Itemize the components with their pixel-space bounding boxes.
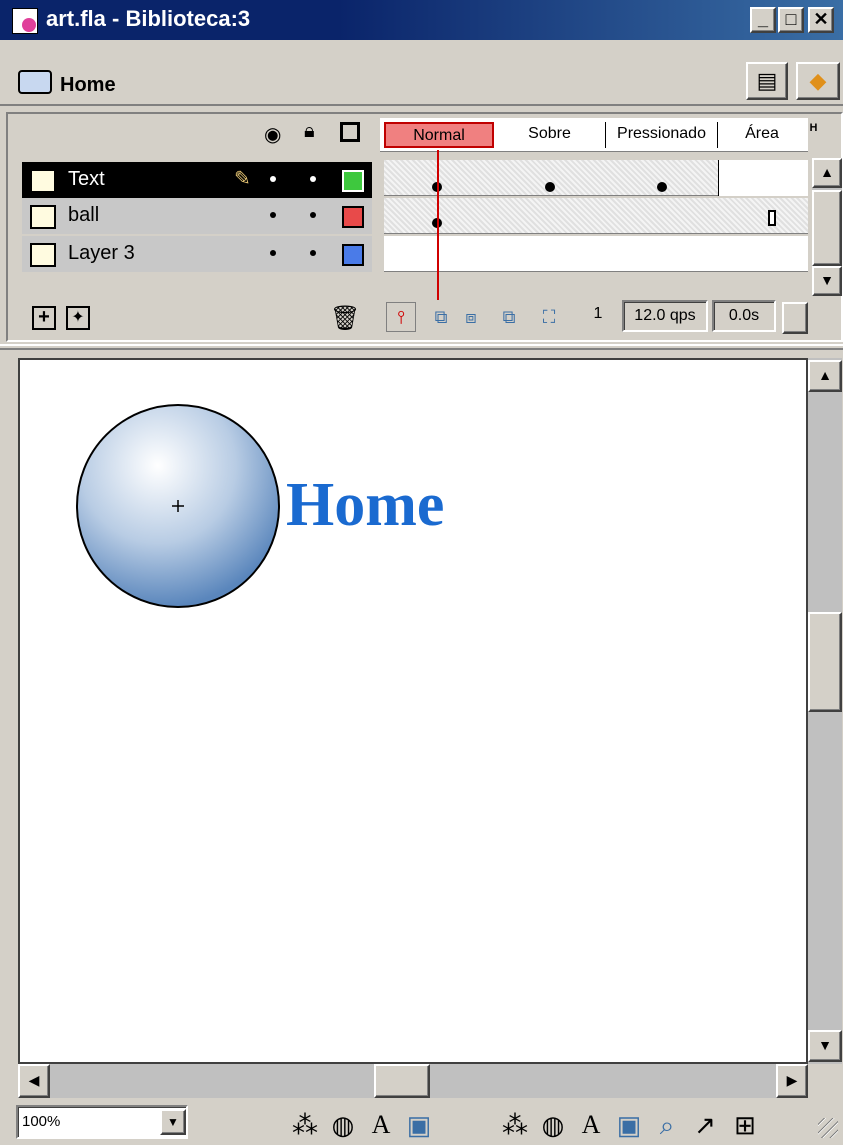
- frames-row-empty-end: [718, 160, 808, 196]
- color-mixer-icon-2[interactable]: ◍: [538, 1110, 568, 1140]
- scene-breadcrumb[interactable]: Home: [60, 74, 116, 97]
- character-panel-icon-2[interactable]: A: [576, 1110, 606, 1140]
- zoom-select[interactable]: 100% ▼: [16, 1105, 188, 1139]
- app-icon: [12, 8, 38, 34]
- lock-dot[interactable]: [310, 176, 316, 182]
- eye-icon[interactable]: ◉: [264, 122, 281, 147]
- layer-icon: [30, 169, 56, 193]
- movie-explorer-icon[interactable]: ⌕: [652, 1110, 682, 1140]
- close-button[interactable]: ✕: [808, 7, 834, 33]
- delete-layer-icon[interactable]: 🗑︎: [330, 304, 360, 333]
- ball-graphic[interactable]: [74, 402, 284, 612]
- layer-row-ball[interactable]: ball: [22, 198, 372, 234]
- elapsed-time: 0.0s: [712, 300, 776, 332]
- layer-color-swatch[interactable]: [342, 244, 364, 266]
- stage-hscroll-thumb[interactable]: [374, 1064, 430, 1098]
- maximize-button[interactable]: □: [778, 7, 804, 33]
- info-panel-icon[interactable]: ⁂: [290, 1110, 320, 1140]
- window-title: art.fla - Biblioteca:3: [46, 6, 251, 31]
- edit-scene-button[interactable]: ▤: [746, 62, 788, 100]
- stage-vscroll-thumb[interactable]: [808, 612, 842, 712]
- color-mixer-icon[interactable]: ◍: [328, 1110, 358, 1140]
- actions-panel-icon[interactable]: ↗: [690, 1110, 720, 1140]
- instance-panel-icon[interactable]: ▣: [404, 1110, 434, 1140]
- onion-skin-outlines-icon[interactable]: ⧈: [458, 304, 484, 330]
- visibility-dot[interactable]: [270, 176, 276, 182]
- edit-symbols-button[interactable]: ◆: [796, 62, 840, 100]
- end-frame-marker: [768, 210, 776, 226]
- panel-divider: [0, 344, 843, 350]
- chevron-down-icon[interactable]: ▼: [160, 1109, 186, 1135]
- lock-dot[interactable]: [310, 250, 316, 256]
- library-icon[interactable]: ⊞: [730, 1110, 760, 1140]
- add-guide-layer-icon[interactable]: ✦: [66, 306, 90, 330]
- home-text[interactable]: Home: [286, 470, 444, 541]
- outline-icon[interactable]: [340, 122, 360, 142]
- add-layer-icon[interactable]: +: [32, 306, 56, 330]
- current-frame: 1: [578, 300, 618, 332]
- frames-row-ball[interactable]: [384, 198, 808, 234]
- frame-label-down[interactable]: Pressionado: [606, 122, 718, 148]
- frame-label-over[interactable]: Sobre: [494, 122, 606, 148]
- lock-icon[interactable]: 🔒︎: [304, 120, 315, 143]
- stage-scroll-down-button[interactable]: ▼: [808, 1030, 842, 1062]
- layer-icon: [30, 205, 56, 229]
- instance-panel-icon-2[interactable]: ▣: [614, 1110, 644, 1140]
- layer-icon: [30, 243, 56, 267]
- playhead-line[interactable]: [437, 150, 439, 300]
- scroll-up-button[interactable]: ▲: [812, 158, 842, 188]
- visibility-dot[interactable]: [270, 212, 276, 218]
- frames-row-layer3[interactable]: [384, 236, 808, 272]
- scroll-thumb[interactable]: [812, 190, 842, 266]
- onion-skin-icon[interactable]: ⧉: [428, 304, 454, 330]
- layer-name: Text: [68, 168, 105, 190]
- layer-name: Layer 3: [68, 242, 135, 264]
- frame-label-up[interactable]: Normal: [384, 122, 494, 148]
- character-panel-icon[interactable]: A: [366, 1110, 396, 1140]
- stage-scroll-right-button[interactable]: ▶: [776, 1064, 808, 1098]
- center-frame-icon[interactable]: ⫯: [386, 302, 416, 332]
- visibility-dot[interactable]: [270, 250, 276, 256]
- resize-grip-icon[interactable]: [818, 1118, 838, 1138]
- layer-color-swatch[interactable]: [342, 170, 364, 192]
- scene-icon: [18, 70, 52, 94]
- keyframe-dot[interactable]: [545, 182, 555, 192]
- stage-scroll-up-button[interactable]: ▲: [808, 360, 842, 392]
- layer-row-text[interactable]: Text ✎: [22, 162, 372, 198]
- layer-color-swatch[interactable]: [342, 206, 364, 228]
- frame-label-hit[interactable]: Área: [718, 122, 806, 148]
- pencil-icon: ✎: [234, 168, 251, 190]
- keyframe-dot[interactable]: [657, 182, 667, 192]
- modify-onion-markers-icon[interactable]: ⛶: [536, 304, 562, 330]
- edit-multiple-frames-icon[interactable]: ⧉: [496, 304, 522, 330]
- scroll-down-button[interactable]: ▼: [812, 266, 842, 296]
- frame-view-icon[interactable]: ᴴ: [810, 122, 817, 140]
- layer-row-layer3[interactable]: Layer 3: [22, 236, 372, 272]
- layer-name: ball: [68, 204, 100, 226]
- edit-bar: [0, 44, 843, 106]
- lock-dot[interactable]: [310, 212, 316, 218]
- info-panel-icon-2[interactable]: ⁂: [500, 1110, 530, 1140]
- frame-rate: 12.0 qps: [622, 300, 708, 332]
- zoom-value: 100%: [22, 1113, 61, 1130]
- minimize-button[interactable]: _: [750, 7, 776, 33]
- stage-scroll-left-button[interactable]: ◀: [18, 1064, 50, 1098]
- timeline-hscroll-handle[interactable]: [782, 302, 808, 334]
